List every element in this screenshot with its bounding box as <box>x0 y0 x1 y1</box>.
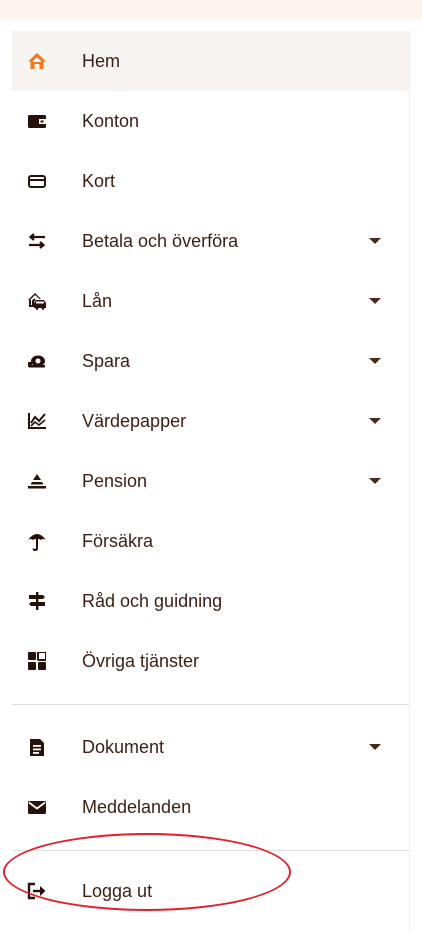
piggy-bank-icon <box>26 350 48 372</box>
menu-item-label: Spara <box>82 350 131 371</box>
menu-item-meddelanden[interactable]: Meddelanden <box>12 777 409 837</box>
signpost-icon <box>26 590 48 612</box>
menu-divider <box>12 704 409 705</box>
chart-line-icon <box>26 410 48 432</box>
menu-item-label: Pension <box>82 470 148 491</box>
chevron-down-icon[interactable] <box>369 418 381 424</box>
house-car-icon <box>26 290 48 312</box>
chevron-down-icon[interactable] <box>369 744 381 750</box>
menu-item-label: Kort <box>82 170 116 191</box>
chevron-down-icon[interactable] <box>369 478 381 484</box>
chevron-down-icon[interactable] <box>369 358 381 364</box>
menu-item-betala[interactable]: Betala och överföra <box>12 211 409 271</box>
menu-item-hem[interactable]: Hem <box>12 31 409 91</box>
menu-item-ovriga[interactable]: Övriga tjänster <box>12 631 409 691</box>
umbrella-icon <box>26 530 48 552</box>
menu-item-forsakra[interactable]: Försäkra <box>12 511 409 571</box>
menu-item-label: Dokument <box>82 736 165 757</box>
side-menu: Hem Konton Kort Betala och överföra Lån … <box>12 31 410 932</box>
menu-item-label: Lån <box>82 290 113 311</box>
menu-item-label: Hem <box>82 50 121 71</box>
chevron-down-icon[interactable] <box>369 238 381 244</box>
menu-item-lan[interactable]: Lån <box>12 271 409 331</box>
grid-icon <box>26 650 48 672</box>
menu-item-label: Konton <box>82 110 140 131</box>
envelope-icon <box>26 796 48 818</box>
menu-item-label: Meddelanden <box>82 796 192 817</box>
transfer-arrows-icon <box>26 230 48 252</box>
menu-item-label: Försäkra <box>82 530 154 551</box>
logout-label: Logga ut <box>82 880 153 901</box>
menu-item-spara[interactable]: Spara <box>12 331 409 391</box>
wallet-icon <box>26 110 48 132</box>
document-icon <box>26 736 48 758</box>
card-icon <box>26 170 48 192</box>
menu-item-label: Betala och överföra <box>82 230 239 251</box>
menu-item-label: Övriga tjänster <box>82 650 200 671</box>
menu-item-rad[interactable]: Råd och guidning <box>12 571 409 631</box>
pyramid-icon <box>26 470 48 492</box>
menu-item-pension[interactable]: Pension <box>12 451 409 511</box>
menu-item-label: Värdepapper <box>82 410 187 431</box>
menu-item-konton[interactable]: Konton <box>12 91 409 151</box>
logout-button[interactable]: Logga ut <box>12 861 409 921</box>
menu-item-dokument[interactable]: Dokument <box>12 717 409 777</box>
logout-icon <box>26 880 48 902</box>
menu-divider <box>12 850 409 851</box>
menu-item-label: Råd och guidning <box>82 590 223 611</box>
menu-item-vardepapper[interactable]: Värdepapper <box>12 391 409 451</box>
home-icon <box>26 50 48 72</box>
top-bar <box>0 0 422 22</box>
chevron-down-icon[interactable] <box>369 298 381 304</box>
menu-item-kort[interactable]: Kort <box>12 151 409 211</box>
